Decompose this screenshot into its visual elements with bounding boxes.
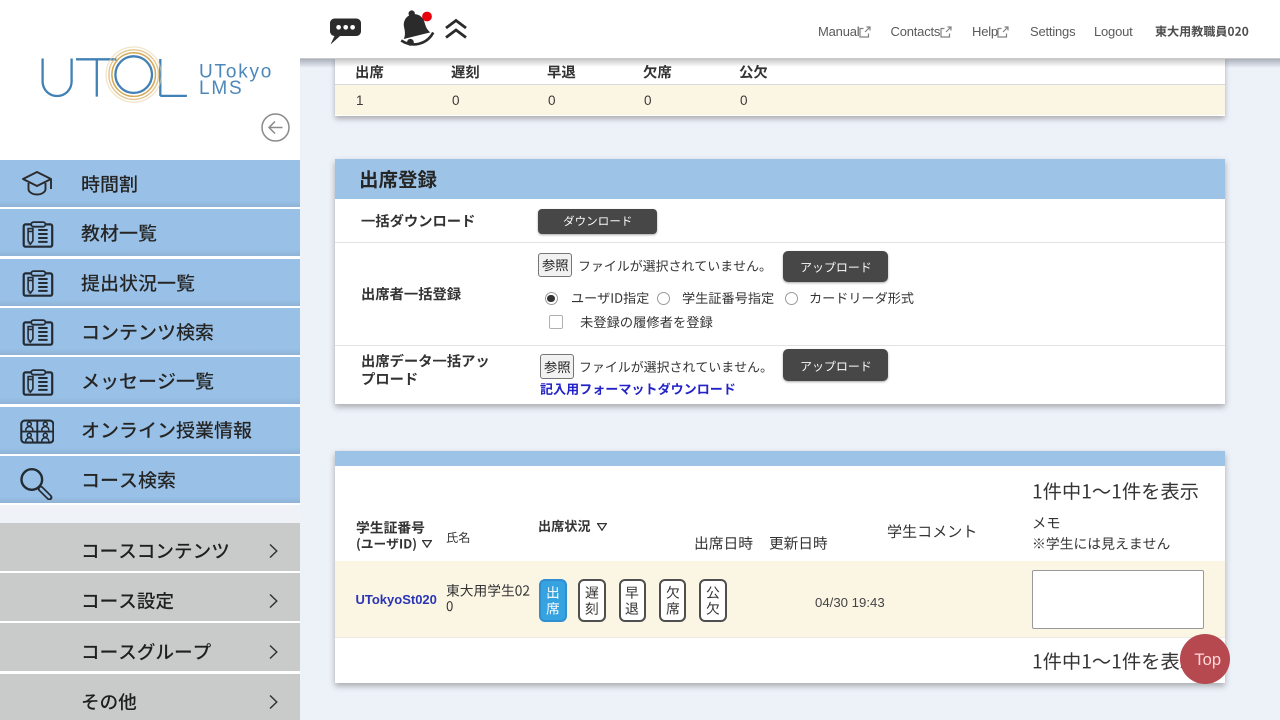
svg-text:LMS: LMS	[199, 78, 243, 99]
